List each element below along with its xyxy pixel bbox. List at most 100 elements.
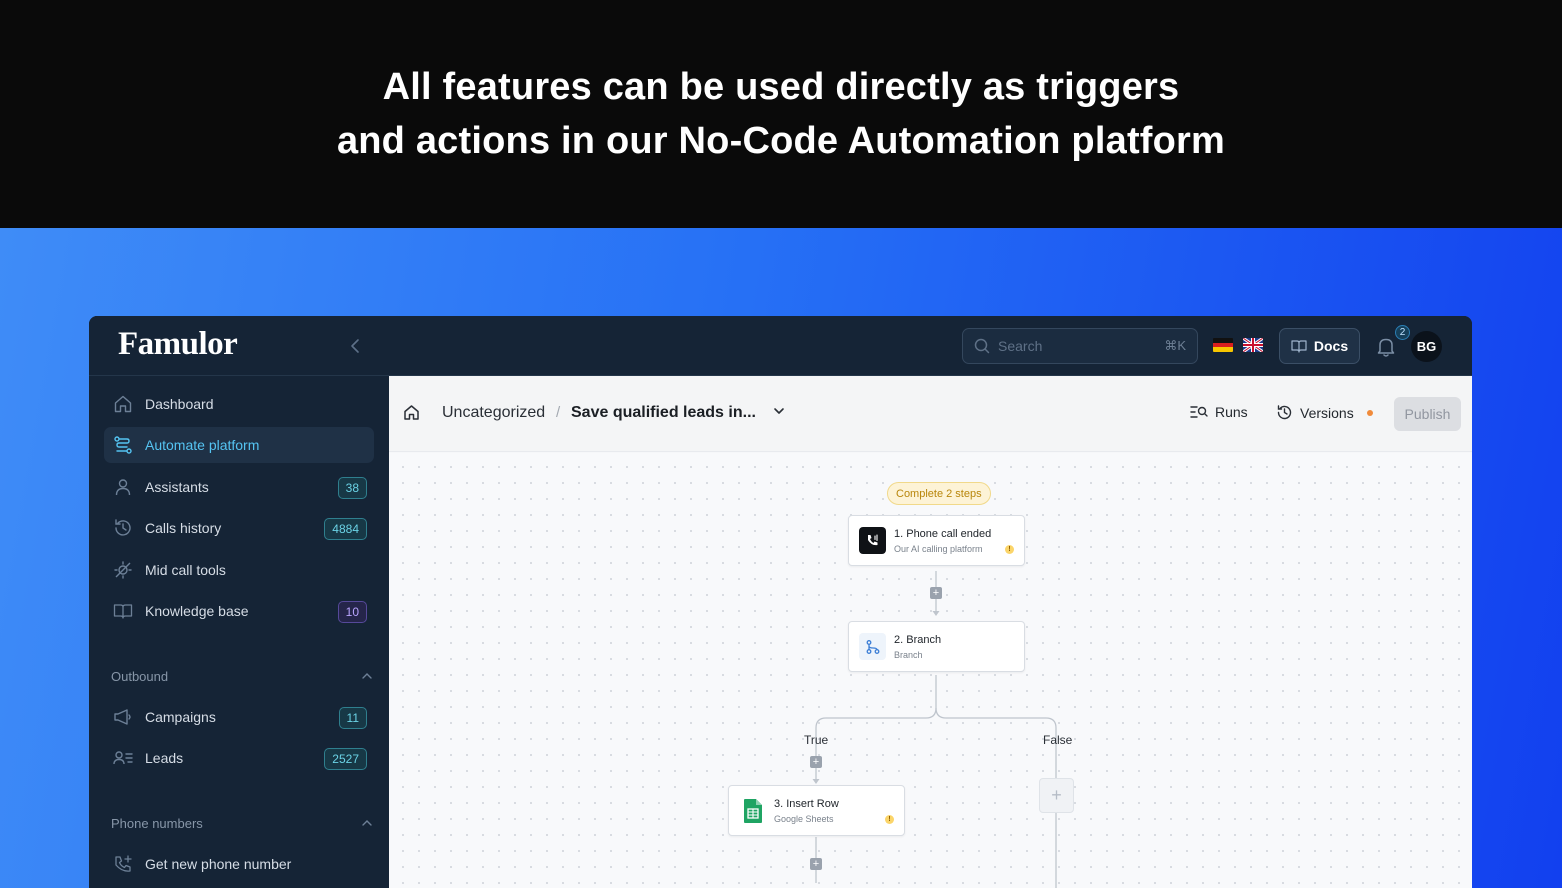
add-step-button[interactable]: + xyxy=(810,756,822,768)
branch-label-false: False xyxy=(1043,733,1073,747)
banner-headline: All features can be used directly as tri… xyxy=(337,60,1225,168)
sidebar-item-label: Mid call tools xyxy=(145,562,226,578)
add-step-button[interactable]: + xyxy=(810,858,822,870)
count-badge: 38 xyxy=(337,477,367,499)
workflow-icon xyxy=(112,434,134,456)
sidebar-item-label: Assistants xyxy=(145,479,209,495)
sidebar-item-label: Campaigns xyxy=(145,709,216,725)
node-subtitle: Google Sheets xyxy=(774,814,834,824)
phone-call-icon xyxy=(859,527,886,554)
sidebar-item-label: Dashboard xyxy=(145,396,214,412)
sidebar-item-assistants[interactable]: Assistants 38 xyxy=(104,469,374,505)
warning-icon: ! xyxy=(1005,545,1014,554)
chevron-down-icon[interactable] xyxy=(773,407,785,415)
docs-label: Docs xyxy=(1313,338,1349,354)
node-subtitle: Branch xyxy=(894,650,923,660)
sidebar-item-label: Automate platform xyxy=(145,437,260,453)
search-icon xyxy=(974,338,990,354)
workflow-node-insert-row[interactable]: 3. Insert Row Google Sheets ! xyxy=(728,785,905,836)
count-badge: 10 xyxy=(337,601,367,623)
collapse-sidebar-button[interactable] xyxy=(345,336,365,356)
add-step-button[interactable]: + xyxy=(930,587,942,599)
phone-plus-icon xyxy=(112,853,134,875)
chevron-up-icon[interactable] xyxy=(361,672,373,680)
leads-icon xyxy=(112,747,134,769)
node-title: 3. Insert Row xyxy=(774,798,839,810)
publish-button[interactable]: Publish xyxy=(1394,397,1461,431)
breadcrumb-separator: / xyxy=(556,404,561,421)
home-icon xyxy=(112,393,134,415)
sidebar-item-dashboard[interactable]: Dashboard xyxy=(104,386,374,422)
section-header-outbound[interactable]: Outbound xyxy=(111,666,373,686)
versions-label: Versions xyxy=(1300,404,1354,421)
warning-icon: ! xyxy=(885,815,894,824)
sidebar-item-mid-call-tools[interactable]: Mid call tools xyxy=(104,552,374,588)
notifications-button[interactable] xyxy=(1376,336,1396,358)
promo-banner: All features can be used directly as tri… xyxy=(0,0,1562,228)
sidebar-item-calls-history[interactable]: Calls history 4884 xyxy=(104,510,374,546)
user-avatar[interactable]: BG xyxy=(1411,331,1442,362)
docs-button[interactable]: Docs xyxy=(1279,328,1360,364)
app-window: Famulor ⌘K xyxy=(89,316,1472,888)
book-open-icon xyxy=(1291,340,1307,353)
tools-icon xyxy=(112,559,134,581)
gradient-background: Famulor ⌘K xyxy=(0,228,1562,888)
workflow-toolbar: Uncategorized / Save qualified leads in.… xyxy=(389,376,1472,452)
sidebar-item-knowledge-base[interactable]: Knowledge base 10 xyxy=(104,593,374,629)
chevron-up-icon[interactable] xyxy=(361,819,373,827)
sidebar-item-label: Get new phone number xyxy=(145,856,292,872)
history-icon xyxy=(112,517,134,539)
book-icon xyxy=(112,600,134,622)
count-badge: 2527 xyxy=(324,748,367,770)
add-action-placeholder[interactable]: + xyxy=(1039,778,1074,813)
google-sheets-icon xyxy=(739,797,766,824)
unsaved-indicator xyxy=(1366,409,1373,416)
top-bar: Famulor ⌘K xyxy=(89,316,1472,376)
workflow-node-branch[interactable]: 2. Branch Branch xyxy=(848,621,1025,672)
chevron-left-icon xyxy=(351,339,359,353)
de-flag-icon[interactable] xyxy=(1213,338,1233,352)
app-logo[interactable]: Famulor xyxy=(118,326,238,363)
workflow-canvas[interactable]: Complete 2 steps 1. Phone call ended Our… xyxy=(389,453,1472,888)
runs-button[interactable]: Runs xyxy=(1190,404,1248,420)
user-icon xyxy=(112,476,134,498)
count-badge: 4884 xyxy=(324,518,367,540)
branch-icon xyxy=(859,633,886,660)
sidebar-item-get-new-phone-number[interactable]: Get new phone number xyxy=(104,846,374,882)
breadcrumb-folder[interactable]: Uncategorized xyxy=(442,404,545,422)
banner-line-1: All features can be used directly as tri… xyxy=(382,66,1180,108)
branch-label-true: True xyxy=(804,733,829,747)
banner-line-2: and actions in our No-Code Automation pl… xyxy=(336,120,1226,162)
runs-list-icon xyxy=(1190,406,1208,418)
node-title: 2. Branch xyxy=(894,634,942,646)
search-shortcut: ⌘K xyxy=(1164,338,1186,353)
uk-flag-graphic xyxy=(1243,338,1263,352)
search-input[interactable] xyxy=(998,338,1138,354)
section-header-phone-numbers[interactable]: Phone numbers xyxy=(111,813,373,833)
sidebar: Dashboard Automate platform Assistants 3… xyxy=(89,376,389,888)
home-icon[interactable] xyxy=(403,404,420,421)
megaphone-icon xyxy=(112,706,134,728)
node-title: 1. Phone call ended xyxy=(894,528,992,540)
main-workspace: Uncategorized / Save qualified leads in.… xyxy=(389,376,1472,888)
sidebar-item-label: Leads xyxy=(145,750,184,766)
sidebar-item-leads[interactable]: Leads 2527 xyxy=(104,740,374,776)
versions-button[interactable]: Versions xyxy=(1276,404,1373,421)
history-icon xyxy=(1277,405,1292,420)
status-pill: Complete 2 steps xyxy=(887,482,991,505)
workflow-name[interactable]: Save qualified leads in... xyxy=(571,404,756,422)
global-search[interactable]: ⌘K xyxy=(962,328,1198,364)
notification-count-badge: 2 xyxy=(1395,325,1410,340)
workflow-node-phone-call-ended[interactable]: 1. Phone call ended Our AI calling platf… xyxy=(848,515,1025,566)
uk-flag-icon[interactable] xyxy=(1243,338,1263,352)
section-title: Outbound xyxy=(111,668,169,684)
sidebar-item-automate-platform[interactable]: Automate platform xyxy=(104,427,374,463)
bell-icon xyxy=(1377,338,1395,357)
sidebar-item-campaigns[interactable]: Campaigns 11 xyxy=(104,699,374,735)
sidebar-item-label: Calls history xyxy=(145,520,222,536)
runs-label: Runs xyxy=(1215,404,1248,420)
sidebar-item-label: Knowledge base xyxy=(145,603,249,619)
node-subtitle: Our AI calling platform xyxy=(894,544,983,554)
section-title: Phone numbers xyxy=(111,815,203,831)
count-badge: 11 xyxy=(338,707,367,729)
